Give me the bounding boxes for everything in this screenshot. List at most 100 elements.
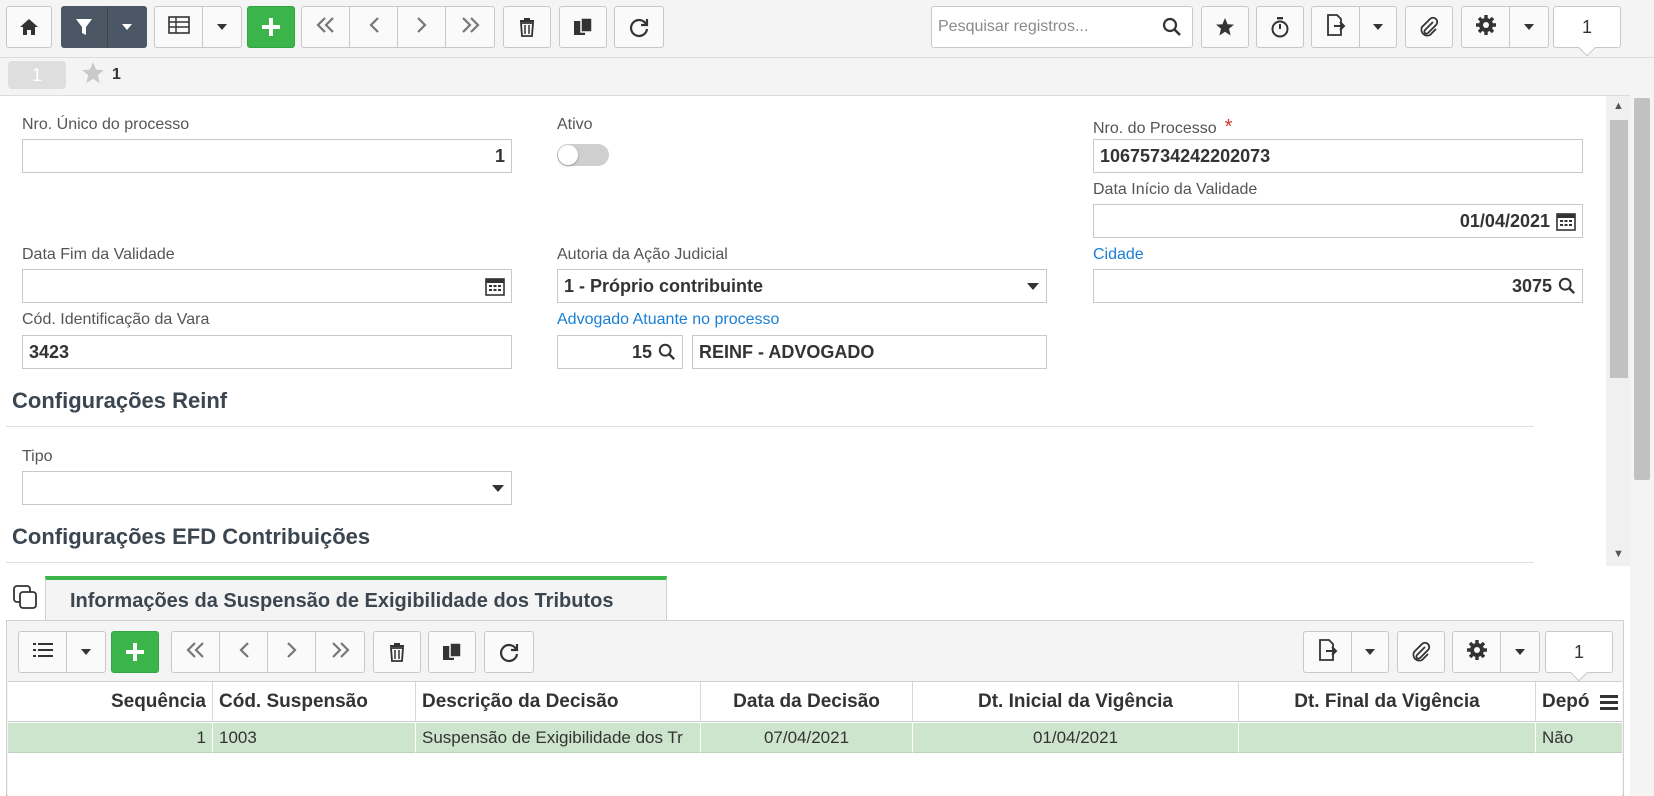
delete-button[interactable] [503,6,551,48]
page-scrollbar[interactable] [1630,58,1654,796]
record-counter: 1 [1553,6,1621,57]
filter-dropdown-button[interactable] [107,6,147,48]
ativo-toggle[interactable] [557,144,609,166]
required-marker: * [1224,116,1233,138]
column-menu-button[interactable] [1596,687,1622,721]
col-header-cod-suspensao[interactable]: Cód. Suspensão [213,682,416,722]
chevron-down-icon [121,23,133,31]
list-icon [32,641,54,664]
table-cell[interactable] [1239,723,1536,753]
attach-button[interactable] [1405,6,1453,48]
trash-icon [518,17,536,37]
detail-record-counter-value: 1 [1573,641,1584,662]
nro-unico-label: Nro. Único do processo [22,116,190,133]
advogado-code-value: 15 [631,341,652,362]
calendar-icon[interactable] [485,276,505,296]
table-cell[interactable]: 1003 [213,723,416,753]
main-toolbar: 1 [0,0,1654,58]
search-icon[interactable] [1152,17,1192,37]
duplicate-button[interactable] [559,6,607,48]
settings-button[interactable] [1462,7,1510,47]
export-button[interactable] [1312,7,1360,47]
data-fim-label: Data Fim da Validade [22,246,175,263]
detail-refresh-button[interactable] [484,631,534,673]
detail-first-button[interactable] [172,632,220,672]
star-icon [80,61,106,90]
search-icon[interactable] [1558,277,1576,295]
last-record-button[interactable] [446,7,494,47]
scroll-up-icon[interactable]: ▲ [1613,100,1624,112]
favorites-button[interactable] [1201,6,1249,48]
table-cell[interactable]: 07/04/2021 [701,723,913,753]
ativo-label: Ativo [557,116,593,133]
table-cell[interactable]: 01/04/2021 [913,723,1239,753]
detail-settings-dropdown[interactable] [1501,632,1539,672]
detail-add-button[interactable] [111,631,159,673]
detail-attach-button[interactable] [1397,631,1445,673]
form-scrollbar[interactable]: ▲ ▼ [1606,96,1630,566]
detail-list-view-button[interactable] [19,632,67,672]
search-box [931,6,1193,48]
duplicate-tab-icon[interactable] [12,584,38,615]
next-record-button[interactable] [398,7,446,47]
view-mode-dropdown[interactable] [203,7,241,47]
nro-processo-field[interactable]: 10675734242202073 [1093,139,1583,173]
page-scroll-thumb[interactable] [1634,98,1650,480]
settings-dropdown[interactable] [1510,7,1548,47]
detail-delete-button[interactable] [373,631,421,673]
cidade-value: 3075 [1511,275,1552,296]
scroll-down-icon[interactable]: ▼ [1613,548,1624,560]
detail-export-button[interactable] [1304,632,1352,672]
chevron-down-icon [1523,18,1535,36]
col-header-dt-inicial[interactable]: Dt. Inicial da Vigência [913,682,1239,722]
table-cell[interactable]: Não [1536,723,1622,753]
detail-next-button[interactable] [268,632,316,672]
timer-button[interactable] [1256,6,1304,48]
form-scroll-thumb[interactable] [1610,120,1628,378]
col-header-data-decisao[interactable]: Data da Decisão [701,682,913,722]
add-button[interactable] [247,6,295,48]
section-divider [6,562,1534,563]
search-icon[interactable] [658,343,676,361]
cidade-field[interactable]: 3075 [1093,269,1583,303]
col-header-sequencia[interactable]: Sequência [8,682,213,722]
col-header-dt-final[interactable]: Dt. Final da Vigência [1239,682,1536,722]
search-input[interactable] [932,7,1152,47]
filter-button[interactable] [61,6,107,48]
export-dropdown[interactable] [1360,7,1396,47]
calendar-icon[interactable] [1556,211,1576,231]
prev-record-button[interactable] [350,7,398,47]
detail-duplicate-button[interactable] [428,631,476,673]
first-icon [184,641,208,664]
first-record-button[interactable] [302,7,350,47]
home-button[interactable] [6,6,52,48]
refresh-button[interactable] [614,6,664,48]
data-fim-field[interactable] [22,269,512,303]
data-inicio-field[interactable]: 01/04/2021 [1093,204,1583,238]
autoria-select[interactable]: 1 - Próprio contribuinte [557,269,1047,303]
detail-last-button[interactable] [316,632,364,672]
table-cell[interactable]: Suspensão de Exigibilidade dos Tr [416,723,701,753]
col-header-descricao[interactable]: Descrição da Decisão [416,682,701,722]
detail-prev-button[interactable] [220,632,268,672]
table-cell[interactable]: 1 [8,723,213,753]
cidade-label[interactable]: Cidade [1093,246,1144,264]
suspension-grid: Sequência Cód. Suspensão Descrição da De… [8,681,1622,796]
trash-icon [388,642,406,662]
tab-suspensao[interactable]: Informações da Suspensão de Exigibilidad… [45,576,667,622]
grid-view-button[interactable] [155,7,203,47]
gear-icon [1475,14,1497,41]
nro-unico-field[interactable]: 1 [22,139,512,173]
cod-vara-field[interactable]: 3423 [22,335,512,369]
detail-view-dropdown[interactable] [67,632,105,672]
favorite-indicator[interactable]: 1 [80,61,121,89]
advogado-code-field[interactable]: 15 [557,335,683,369]
tipo-select[interactable] [22,471,512,505]
tipo-label: Tipo [22,448,53,465]
detail-settings-button[interactable] [1453,632,1501,672]
advogado-label[interactable]: Advogado Atuante no processo [557,311,779,329]
record-counter-value: 1 [1581,16,1592,37]
detail-export-dropdown[interactable] [1352,632,1388,672]
export-icon [1326,13,1346,41]
record-pill[interactable]: 1 [8,61,66,89]
